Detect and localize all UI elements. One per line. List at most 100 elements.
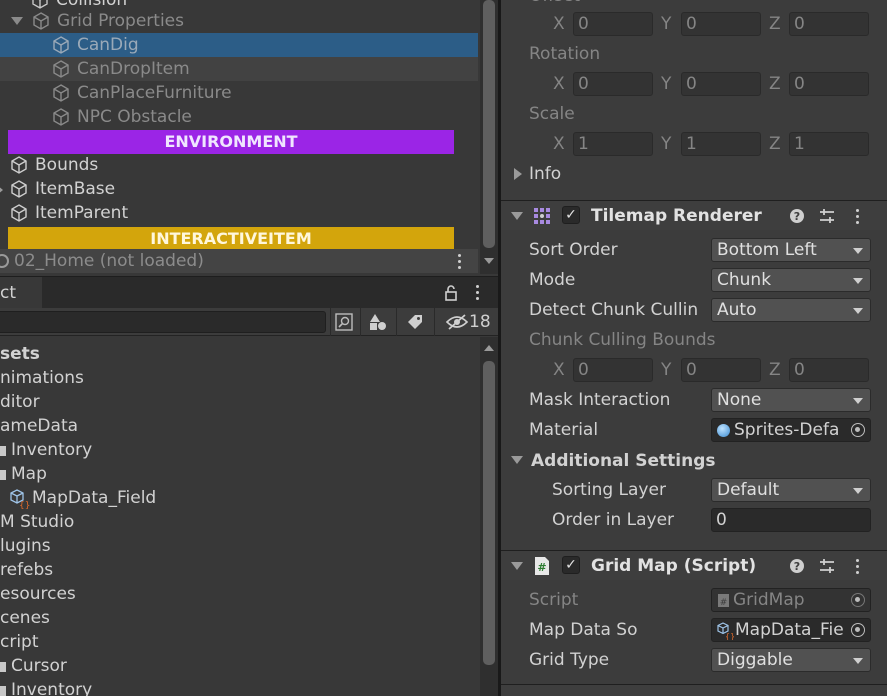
scroll-up-icon[interactable]: [484, 345, 494, 351]
order-in-layer-field[interactable]: 0: [711, 508, 871, 532]
hidden-packages-toggle[interactable]: 18: [434, 308, 498, 336]
fold-arrow-icon[interactable]: [511, 212, 523, 220]
grid-type-dropdown[interactable]: Diggable: [711, 648, 871, 672]
bounds-z-field[interactable]: 0: [789, 358, 869, 382]
tilemap-renderer-header[interactable]: ✓ Tilemap Renderer ?: [501, 200, 887, 230]
hierarchy-item-grid-properties[interactable]: Grid Properties: [0, 9, 478, 33]
project-folder-plugins[interactable]: lugins: [0, 534, 51, 558]
rotation-x-field[interactable]: 0: [573, 72, 653, 96]
mode-dropdown[interactable]: Chunk: [711, 268, 871, 292]
offset-x-field[interactable]: 0: [573, 12, 653, 36]
filter-by-label-button[interactable]: [396, 308, 432, 336]
object-picker-icon[interactable]: [851, 623, 865, 637]
info-foldout[interactable]: Info: [529, 162, 561, 186]
search-by-type-button[interactable]: [330, 308, 358, 336]
scrollbar-thumb[interactable]: [483, 0, 495, 248]
sorting-layer-dropdown[interactable]: Default: [711, 478, 871, 502]
project-folder-fmod-studio[interactable]: M Studio: [0, 510, 74, 534]
offset-y-field[interactable]: 0: [681, 12, 761, 36]
presets-icon[interactable]: [818, 557, 836, 575]
object-picker-icon[interactable]: [851, 423, 865, 437]
chevron-down-icon: [853, 398, 863, 404]
project-folder-script[interactable]: cript: [0, 630, 39, 654]
bounds-y-field[interactable]: 0: [681, 358, 761, 382]
mask-interaction-dropdown[interactable]: None: [711, 388, 871, 412]
hierarchy-item-itemparent[interactable]: ItemParent: [0, 201, 478, 225]
scale-y-field[interactable]: 1: [681, 132, 761, 156]
filter-by-type-button[interactable]: [360, 308, 394, 336]
project-folder-editor[interactable]: ditor: [0, 390, 40, 414]
hierarchy-item-label: NPC Obstacle: [77, 107, 192, 127]
folder-label: esources: [0, 584, 76, 604]
order-in-layer-label: Order in Layer: [552, 510, 675, 530]
sort-order-dropdown[interactable]: Bottom Left: [711, 238, 871, 262]
fold-arrow-icon[interactable]: [511, 456, 523, 464]
hierarchy-item-candig[interactable]: CanDig: [0, 33, 478, 57]
scene-02-home[interactable]: 02_Home (not loaded): [0, 249, 478, 273]
material-field[interactable]: Sprites-Defa: [711, 418, 871, 442]
search-input[interactable]: [0, 311, 326, 333]
hierarchy-item-canplacefurniture[interactable]: CanPlaceFurniture: [0, 81, 478, 105]
scale-x-field[interactable]: 1: [573, 132, 653, 156]
panel-menu-icon[interactable]: [476, 285, 480, 303]
script-icon: #: [718, 594, 729, 608]
project-folder-resources[interactable]: esources: [0, 582, 76, 606]
grid-map-header[interactable]: # ✓ Grid Map (Script) ?: [501, 550, 887, 580]
project-folder-scenes[interactable]: cenes: [0, 606, 50, 630]
rotation-label: Rotation: [529, 44, 601, 64]
hierarchy-item-bounds[interactable]: Bounds: [0, 153, 478, 177]
presets-icon[interactable]: [818, 207, 836, 225]
help-icon[interactable]: ?: [789, 208, 805, 224]
project-folder-prefebs[interactable]: refebs: [0, 558, 53, 582]
project-scrollbar[interactable]: [480, 337, 498, 696]
fold-arrow-icon[interactable]: [511, 562, 523, 570]
banner-label: ENVIRONMENT: [164, 132, 298, 151]
additional-settings-foldout[interactable]: Additional Settings: [531, 449, 716, 473]
enabled-checkbox[interactable]: ✓: [562, 556, 580, 574]
detect-chunk-culling-dropdown[interactable]: Auto: [711, 298, 871, 322]
bounds-x-field[interactable]: 0: [573, 358, 653, 382]
fold-arrow-icon[interactable]: [0, 185, 3, 195]
svg-text:?: ?: [794, 210, 800, 223]
hierarchy-header-interactiveitem[interactable]: INTERACTIVEITEM: [8, 227, 454, 251]
map-data-so-field[interactable]: {} MapData_Fie: [711, 618, 871, 642]
folder-icon: [0, 446, 6, 456]
component-menu-icon[interactable]: [856, 209, 860, 227]
axis-z-label: Z: [769, 134, 781, 154]
rotation-y-field[interactable]: 0: [681, 72, 761, 96]
offset-label: Offset: [529, 0, 580, 8]
hierarchy-scrollbar[interactable]: [480, 0, 498, 274]
rotation-z-field[interactable]: 0: [789, 72, 869, 96]
chevron-down-icon: [853, 248, 863, 254]
project-folder-assets[interactable]: sets: [0, 342, 40, 366]
lock-icon[interactable]: [443, 284, 459, 302]
material-sphere-icon: [717, 424, 730, 437]
hierarchy-item-label: CanPlaceFurniture: [77, 83, 232, 103]
scrollbar-thumb[interactable]: [483, 361, 495, 665]
hierarchy-panel: Collision Grid Properties CanDig CanDrop…: [0, 0, 498, 274]
project-folder-gamedata[interactable]: ameData: [0, 414, 78, 438]
hierarchy-header-environment[interactable]: ENVIRONMENT: [8, 130, 454, 154]
hierarchy-item-candropitem[interactable]: CanDropItem: [0, 57, 478, 81]
info-fold-icon[interactable]: [514, 168, 522, 180]
project-folder-animations[interactable]: nimations: [0, 366, 84, 390]
offset-z-field[interactable]: 0: [789, 12, 869, 36]
hierarchy-item-itembase[interactable]: ItemBase: [0, 177, 478, 201]
chunk-culling-bounds-label: Chunk Culling Bounds: [529, 330, 716, 350]
folder-label: cenes: [0, 608, 50, 628]
help-icon[interactable]: ?: [789, 558, 805, 574]
scene-icon: [0, 254, 9, 268]
scene-menu-icon[interactable]: [458, 254, 462, 272]
tab-project[interactable]: ct: [0, 277, 42, 309]
scale-z-field[interactable]: 1: [789, 132, 869, 156]
banner-label: INTERACTIVEITEM: [150, 229, 312, 248]
chevron-down-icon: [853, 488, 863, 494]
hierarchy-item-npc-obstacle[interactable]: NPC Obstacle: [0, 105, 478, 129]
enabled-checkbox[interactable]: ✓: [562, 206, 580, 224]
scroll-down-icon[interactable]: [484, 258, 494, 264]
mask-interaction-label: Mask Interaction: [529, 390, 671, 410]
axis-x-label: X: [553, 14, 565, 34]
component-menu-icon[interactable]: [856, 559, 860, 577]
fold-arrow-icon[interactable]: [11, 17, 23, 25]
axis-x-label: X: [553, 134, 565, 154]
